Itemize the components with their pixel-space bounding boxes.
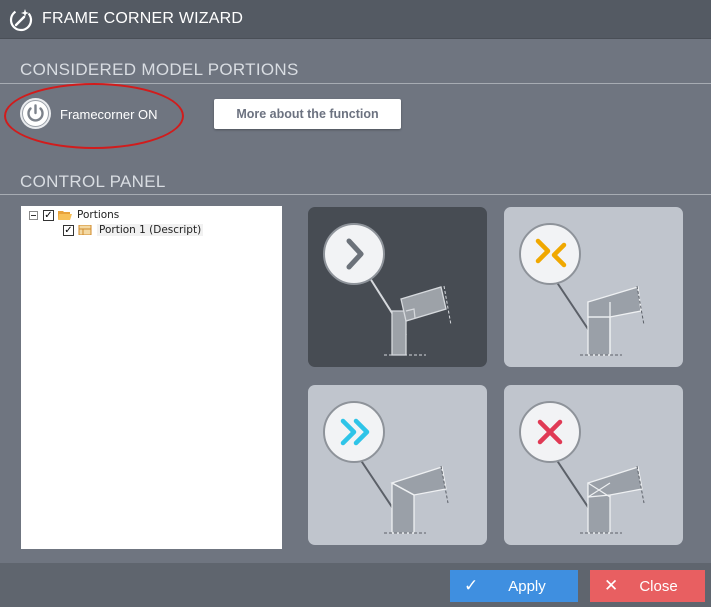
frame-corner-diagram (519, 223, 645, 356)
wizard-icon (9, 8, 33, 32)
portions-tree[interactable]: ✓ Portions ✓ Portion 1 (Descript) (21, 206, 282, 549)
more-about-function-button[interactable]: More about the function (214, 99, 401, 129)
apply-label: Apply (508, 578, 546, 595)
title-bar: FRAME CORNER WIZARD (0, 0, 711, 39)
portion-checkbox[interactable]: ✓ (63, 224, 74, 236)
tree-node-label: Portions (77, 209, 120, 221)
option-converging-chevrons[interactable] (504, 207, 683, 367)
option-no-corner[interactable] (504, 385, 683, 545)
frame-corner-diagram (323, 223, 452, 356)
section-divider (0, 194, 711, 195)
highlight-ellipse (4, 83, 184, 149)
close-label: Close (639, 578, 678, 595)
option-double-chevron[interactable] (308, 385, 487, 545)
close-button[interactable]: ✕ Close (590, 570, 705, 602)
apply-button[interactable]: ✓ Apply (450, 570, 578, 602)
tree-node-label: Portion 1 (Descript) (97, 224, 204, 236)
folder-icon (58, 211, 72, 220)
section-title-model-portions: CONSIDERED MODEL PORTIONS (20, 60, 299, 79)
tree-node-portions[interactable]: ✓ Portions (29, 207, 119, 223)
collapse-toggle[interactable] (29, 210, 38, 220)
option-single-chevron[interactable] (308, 207, 487, 367)
frame-corner-diagram (323, 401, 449, 534)
section-title-control-panel: CONTROL PANEL (20, 172, 166, 191)
portion-icon (78, 225, 92, 235)
window-title: FRAME CORNER WIZARD (42, 10, 244, 27)
portions-checkbox[interactable]: ✓ (43, 209, 54, 221)
frame-corner-diagram (519, 401, 645, 534)
tree-node-portion-1[interactable]: ✓ Portion 1 (Descript) (63, 222, 204, 238)
